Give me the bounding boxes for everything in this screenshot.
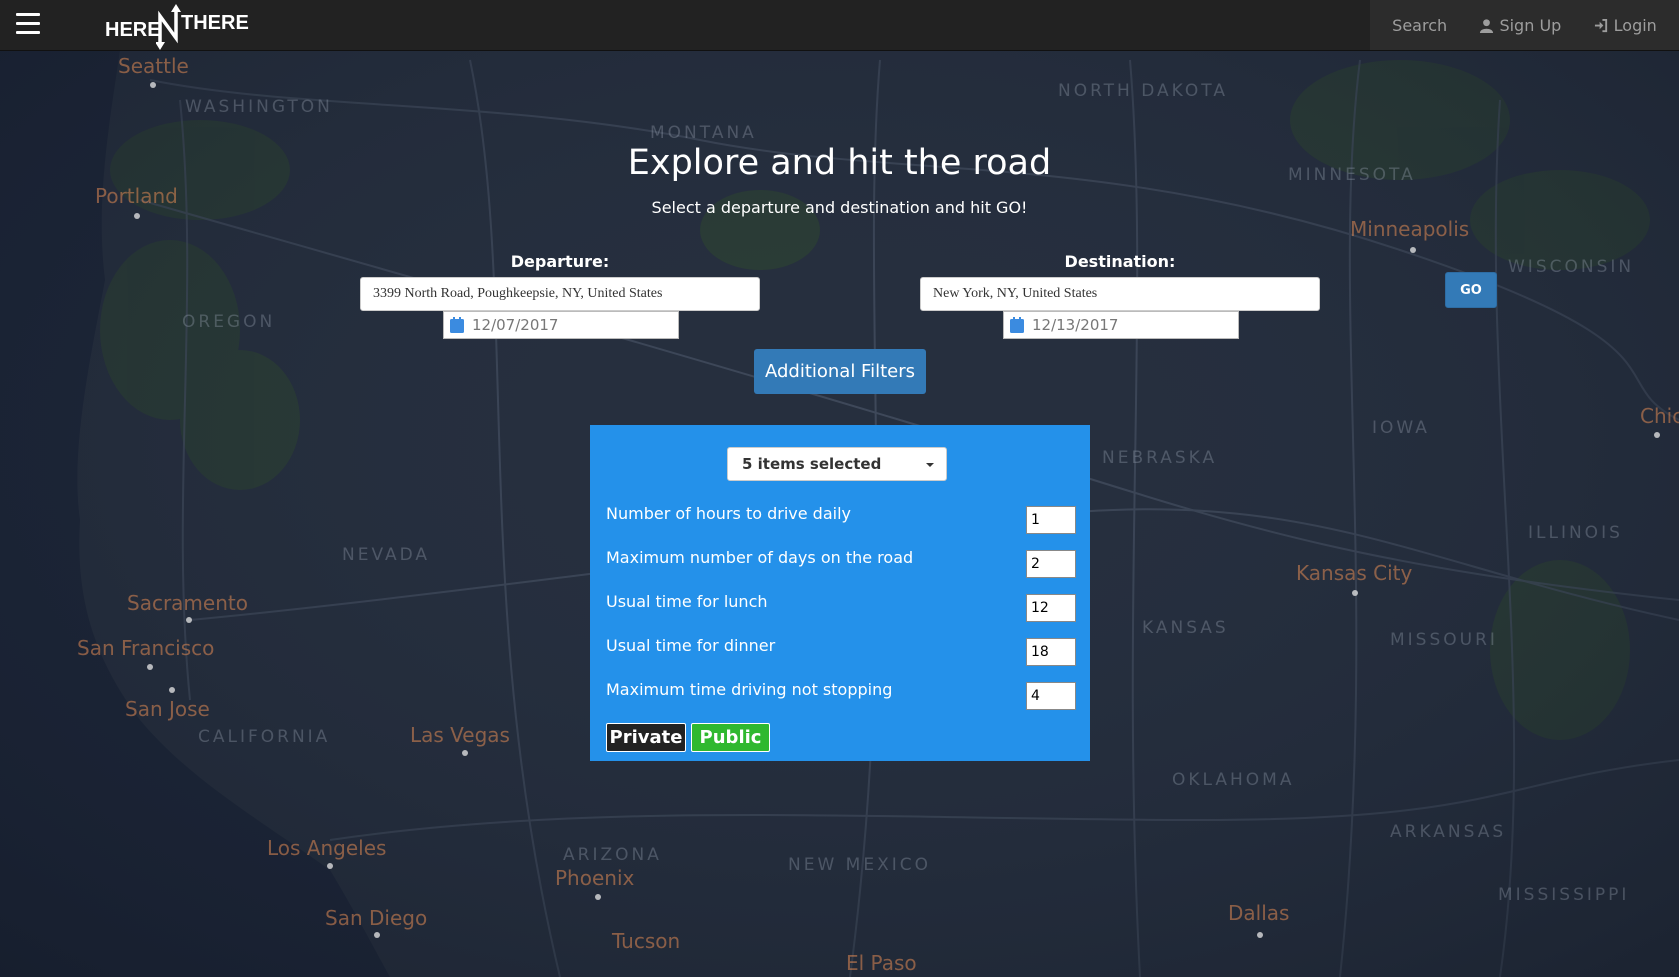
map-state-label: MISSISSIPPI: [1498, 885, 1629, 905]
filter-multiselect-dropdown[interactable]: 5 items selected: [727, 447, 947, 481]
max-driving-input[interactable]: [1026, 682, 1076, 710]
filter-label: Maximum number of days on the road: [606, 548, 914, 567]
filter-row-max-days: Maximum number of days on the road: [606, 546, 1076, 578]
page-subtitle: Select a departure and destination and h…: [651, 198, 1028, 217]
filter-row-lunch-time: Usual time for lunch: [606, 590, 1076, 622]
filters-panel: 5 items selected Number of hours to driv…: [590, 425, 1090, 761]
filter-row-dinner-time: Usual time for dinner: [606, 634, 1076, 666]
map-state-label: ILLINOIS: [1528, 523, 1623, 543]
logo-text-here: HERE: [105, 19, 161, 41]
dinner-time-input[interactable]: [1026, 638, 1076, 666]
max-days-input[interactable]: [1026, 550, 1076, 578]
public-toggle-button[interactable]: Public: [691, 723, 770, 752]
multiselect-value: 5 items selected: [742, 455, 882, 473]
nav-login-label: Login: [1613, 15, 1657, 35]
map-city-label: San Jose: [125, 697, 210, 721]
map-state-label: MISSOURI: [1390, 630, 1498, 650]
compass-n-icon: [156, 4, 181, 50]
map-state-label: IOWA: [1372, 418, 1430, 438]
destination-label: Destination:: [1064, 252, 1176, 271]
map-city-label: Phoenix: [555, 866, 635, 890]
go-button[interactable]: GO: [1445, 272, 1497, 308]
destination-date-value: 12/13/2017: [1032, 316, 1119, 334]
departure-date-value: 12/07/2017: [472, 316, 559, 334]
filter-label: Usual time for dinner: [606, 636, 776, 655]
additional-filters-button[interactable]: Additional Filters: [754, 349, 926, 394]
top-navbar: HERE THERE Search Sign Up Login: [0, 0, 1679, 51]
map-state-label: NEBRASKA: [1102, 448, 1217, 468]
map-city-label: San Francisco: [77, 636, 214, 660]
map-state-label: ARIZONA: [563, 845, 662, 865]
hours-daily-input[interactable]: [1026, 506, 1076, 534]
chevron-down-icon: [926, 463, 934, 467]
filter-label: Usual time for lunch: [606, 592, 768, 611]
herenthere-logo[interactable]: HERE THERE: [105, 4, 255, 50]
user-icon: [1480, 18, 1494, 33]
calendar-icon: [450, 317, 464, 333]
filter-label: Number of hours to drive daily: [606, 504, 851, 523]
map-state-label: NEVADA: [342, 545, 430, 565]
map-city-label: Sacramento: [127, 591, 248, 615]
hamburger-menu-icon[interactable]: [16, 13, 40, 35]
map-state-label: NEW MEXICO: [788, 855, 931, 875]
map-state-label: MONTANA: [650, 123, 757, 143]
nav-signup-label: Sign Up: [1499, 15, 1562, 35]
departure-input[interactable]: [360, 277, 760, 311]
map-city-label: Los Angeles: [267, 836, 386, 860]
destination-input[interactable]: [920, 277, 1320, 311]
lunch-time-input[interactable]: [1026, 594, 1076, 622]
filter-row-max-driving: Maximum time driving not stopping: [606, 678, 1076, 710]
nav-search-link[interactable]: Search: [1392, 16, 1447, 35]
map-city-label: Las Vegas: [410, 723, 510, 747]
filter-label: Maximum time driving not stopping: [606, 680, 893, 699]
map-city-label: San Diego: [325, 906, 427, 930]
map-state-label: KANSAS: [1142, 618, 1229, 638]
page-title: Explore and hit the road: [627, 143, 1052, 183]
map-state-label: ARKANSAS: [1390, 822, 1506, 842]
login-icon: [1594, 18, 1607, 32]
filter-row-hours-daily: Number of hours to drive daily: [606, 502, 1076, 534]
map-city-label: Dallas: [1228, 901, 1289, 925]
map-state-label: WISCONSIN: [1508, 257, 1634, 277]
map-state-label: CALIFORNIA: [198, 727, 330, 747]
logo-text-there: THERE: [181, 12, 249, 34]
map-state-label: WASHINGTON: [185, 97, 333, 117]
map-state-label: NORTH DAKOTA: [1058, 81, 1228, 101]
destination-date-picker[interactable]: 12/13/2017: [1003, 311, 1239, 339]
calendar-icon: [1010, 317, 1024, 333]
map-city-label: Tucson: [611, 929, 680, 953]
nav-login-link[interactable]: Login: [1594, 16, 1657, 35]
map-city-label: El Paso: [846, 951, 917, 975]
nav-search-label: Search: [1392, 15, 1448, 35]
departure-label: Departure:: [510, 252, 610, 271]
map-city-label: Kansas City: [1296, 561, 1413, 585]
map-city-label: Seattle: [118, 54, 189, 78]
private-toggle-button[interactable]: Private: [606, 723, 686, 752]
map-state-label: OKLAHOMA: [1172, 770, 1294, 790]
nav-right-group: Search Sign Up Login: [1370, 0, 1679, 50]
map-city-label: Minneapolis: [1350, 217, 1469, 241]
nav-signup-link[interactable]: Sign Up: [1479, 16, 1561, 35]
map-city-label: Chicago: [1640, 404, 1679, 428]
departure-date-picker[interactable]: 12/07/2017: [443, 311, 679, 339]
map-state-label: OREGON: [182, 312, 275, 332]
